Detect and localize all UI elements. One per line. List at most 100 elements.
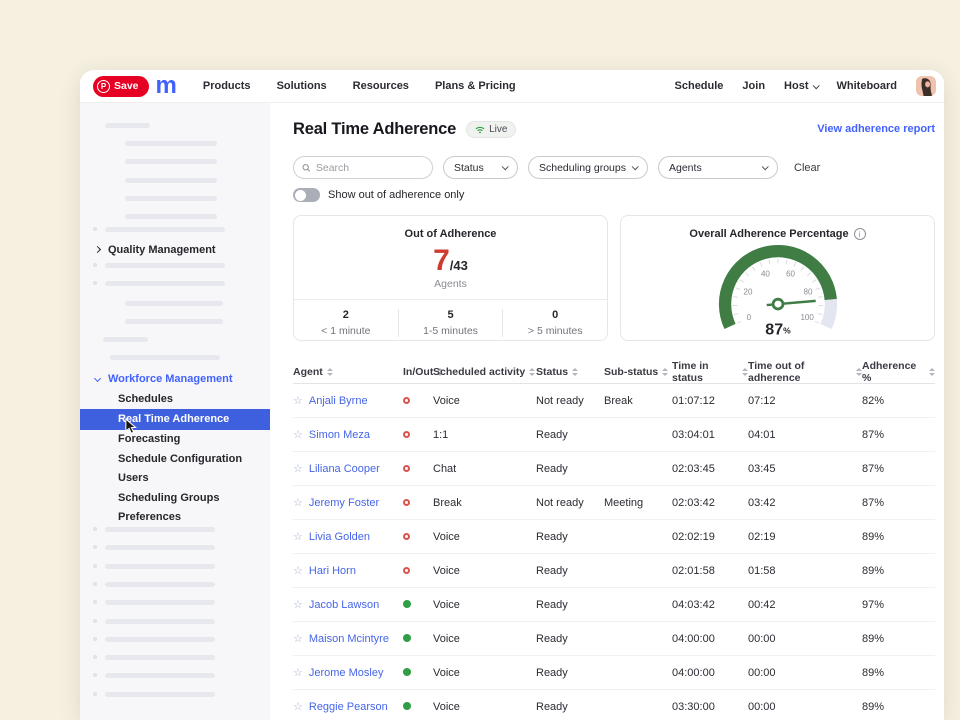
adherence-cell: 89% xyxy=(862,565,935,577)
skeleton-bar xyxy=(125,159,217,164)
sidebar-item-quality-management[interactable]: Quality Management xyxy=(80,240,270,259)
out-of-adherence-dot xyxy=(403,499,410,506)
save-button-label: Save xyxy=(114,80,139,92)
star-icon[interactable]: ☆ xyxy=(293,564,303,577)
agent-name-link[interactable]: ☆Maison Mcintyre xyxy=(293,632,403,645)
column-header-sub-status[interactable]: Sub-status xyxy=(604,366,672,378)
sidebar-item-workforce-management[interactable]: Workforce Management xyxy=(80,369,270,388)
nav-products[interactable]: Products xyxy=(203,80,251,92)
out-card-title: Out of Adherence xyxy=(405,228,497,240)
agent-name-link[interactable]: ☆Liliana Cooper xyxy=(293,462,403,475)
status-cell: Ready xyxy=(536,429,604,441)
status-cell: Ready xyxy=(536,667,604,679)
skeleton-tick xyxy=(93,692,97,696)
column-header-in-out[interactable]: In/Out xyxy=(403,366,433,378)
scheduling-groups-dropdown[interactable]: Scheduling groups xyxy=(528,156,648,179)
column-header-adherence-[interactable]: Adherence % xyxy=(862,360,935,384)
miro-logo[interactable]: m xyxy=(156,76,176,96)
skeleton-bar xyxy=(105,281,225,286)
app-window: P Save m Products Solutions Resources Pl… xyxy=(80,70,944,720)
chevron-down-icon xyxy=(762,163,769,170)
out-of-adherence-dot xyxy=(403,431,410,438)
nav-solutions[interactable]: Solutions xyxy=(277,80,327,92)
status-cell: Ready xyxy=(536,463,604,475)
column-header-time-out-of-adherence[interactable]: Time out of adherence xyxy=(748,360,862,384)
column-header-scheduled-activity[interactable]: Scheduled activity xyxy=(433,366,536,378)
star-icon[interactable]: ☆ xyxy=(293,632,303,645)
sub-status-cell: Break xyxy=(604,395,672,407)
time-in-status-cell: 02:02:19 xyxy=(672,531,748,543)
agent-name-link[interactable]: ☆Anjali Byrne xyxy=(293,394,403,407)
nav-whiteboard[interactable]: Whiteboard xyxy=(837,80,898,92)
svg-text:87%: 87% xyxy=(765,320,791,338)
time-in-status-cell: 03:30:00 xyxy=(672,701,748,713)
sidebar-item-real-time-adherence[interactable]: Real Time Adherence xyxy=(80,409,270,430)
column-header-time-in-status[interactable]: Time in status xyxy=(672,360,748,384)
skeleton-bar xyxy=(125,214,217,219)
out-of-adherence-dot xyxy=(403,567,410,574)
star-icon[interactable]: ☆ xyxy=(293,462,303,475)
agent-name-link[interactable]: ☆Simon Meza xyxy=(293,428,403,441)
skeleton-bar xyxy=(125,196,217,201)
time-out-of-adherence-cell: 04:01 xyxy=(748,429,862,441)
view-adherence-report-link[interactable]: View adherence report xyxy=(817,123,935,135)
nav-schedule[interactable]: Schedule xyxy=(675,80,724,92)
sidebar-item-schedules[interactable]: Schedules xyxy=(80,389,270,409)
sidebar-item-users[interactable]: Users xyxy=(80,469,270,489)
nav-plans-pricing[interactable]: Plans & Pricing xyxy=(435,80,516,92)
clear-filters-button[interactable]: Clear xyxy=(794,162,820,174)
star-icon[interactable]: ☆ xyxy=(293,598,303,611)
star-icon[interactable]: ☆ xyxy=(293,394,303,407)
sort-icon xyxy=(662,368,668,376)
nav-host[interactable]: Host xyxy=(784,80,817,92)
adherence-cell: 89% xyxy=(862,531,935,543)
sidebar-item-schedule-configuration[interactable]: Schedule Configuration xyxy=(80,449,270,469)
star-icon[interactable]: ☆ xyxy=(293,530,303,543)
star-icon[interactable]: ☆ xyxy=(293,700,303,713)
sidebar-item-forecasting[interactable]: Forecasting xyxy=(80,430,270,450)
column-header-agent[interactable]: Agent xyxy=(293,366,403,378)
star-icon[interactable]: ☆ xyxy=(293,666,303,679)
skeleton-bar xyxy=(125,141,217,146)
agent-name-link[interactable]: ☆Jerome Mosley xyxy=(293,666,403,679)
status-dropdown[interactable]: Status xyxy=(443,156,518,179)
overall-adherence-card: Overall Adherence Percentage i 020406080… xyxy=(620,215,935,341)
time-out-of-adherence-cell: 07:12 xyxy=(748,395,862,407)
skeleton-tick xyxy=(93,263,97,267)
sort-icon xyxy=(929,368,935,376)
nav-join[interactable]: Join xyxy=(742,80,765,92)
skeleton-bar xyxy=(105,637,215,642)
in-adherence-dot xyxy=(403,600,411,608)
skeleton-bar xyxy=(105,527,215,532)
scheduled-activity-cell: 1:1 xyxy=(433,429,536,441)
skeleton-tick xyxy=(93,582,97,586)
agent-name-link[interactable]: ☆Livia Golden xyxy=(293,530,403,543)
page-header: Real Time Adherence Live View adherence … xyxy=(293,118,935,140)
agents-dropdown[interactable]: Agents xyxy=(658,156,778,179)
chevron-right-icon xyxy=(94,246,101,253)
skeleton-bar xyxy=(105,619,215,624)
star-icon[interactable]: ☆ xyxy=(293,496,303,509)
nav-resources[interactable]: Resources xyxy=(353,80,409,92)
column-header-status[interactable]: Status xyxy=(536,366,604,378)
search-input[interactable] xyxy=(316,162,424,174)
table-body: ☆Anjali ByrneVoiceNot readyBreak01:07:12… xyxy=(293,384,935,720)
table-row: ☆Simon Meza1:1Ready03:04:0104:0187% xyxy=(293,418,935,452)
in-adherence-dot xyxy=(403,702,411,710)
workforce-items: SchedulesReal Time AdherenceForecastingS… xyxy=(80,389,270,527)
secondary-nav: Schedule Join Host Whiteboard xyxy=(675,76,936,96)
sidebar-item-preferences[interactable]: Preferences xyxy=(80,508,270,528)
avatar[interactable] xyxy=(916,76,936,96)
agent-name-link[interactable]: ☆Jeremy Foster xyxy=(293,496,403,509)
agent-name-link[interactable]: ☆Reggie Pearson xyxy=(293,700,403,713)
sidebar-item-scheduling-groups[interactable]: Scheduling Groups xyxy=(80,488,270,508)
agent-name-link[interactable]: ☆Jacob Lawson xyxy=(293,598,403,611)
star-icon[interactable]: ☆ xyxy=(293,428,303,441)
divider xyxy=(294,299,607,300)
pinterest-save-button[interactable]: P Save xyxy=(93,76,149,97)
agent-name-link[interactable]: ☆Hari Horn xyxy=(293,564,403,577)
search-input-wrap xyxy=(293,156,433,179)
out-of-adherence-toggle[interactable] xyxy=(293,188,320,202)
skeleton-tick xyxy=(93,673,97,677)
out-count: 7 xyxy=(433,246,450,276)
